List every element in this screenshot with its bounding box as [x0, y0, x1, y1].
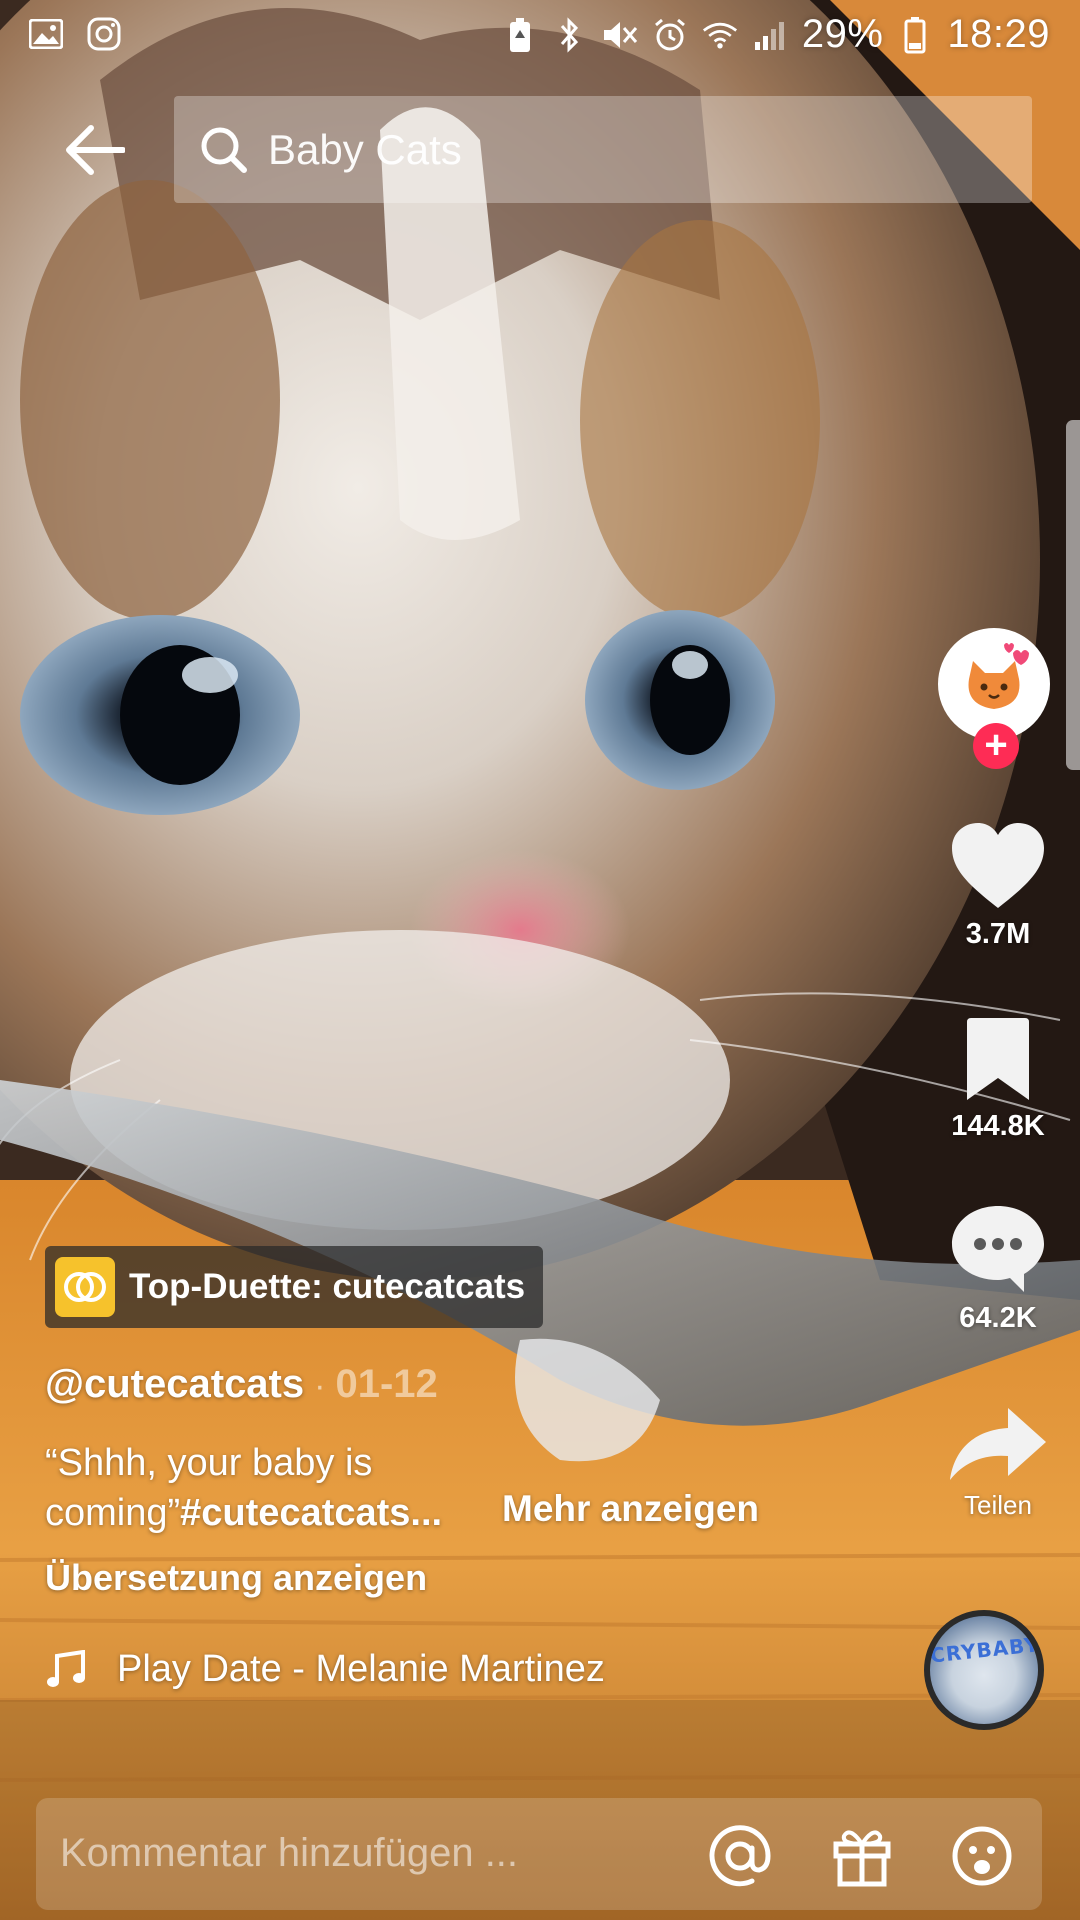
- status-bar: 29% 18:29: [0, 0, 1080, 72]
- arrow-left-icon: [66, 125, 125, 175]
- post-date: 01-12: [335, 1362, 438, 1406]
- share-arrow-icon: [950, 1408, 1046, 1480]
- comment-bar: Kommentar hinzufügen ...: [36, 1798, 1042, 1910]
- search-query[interactable]: Baby Cats: [268, 126, 462, 174]
- like-count: 3.7M: [965, 918, 1031, 950]
- back-button[interactable]: [55, 115, 135, 185]
- music-note-icon: [47, 1649, 85, 1687]
- mention-icon[interactable]: [708, 1824, 772, 1888]
- share-label: Teilen: [964, 1490, 1032, 1520]
- comment-button[interactable]: 64.2K: [930, 1204, 1066, 1335]
- search-bar[interactable]: Baby Cats: [174, 96, 1032, 203]
- comment-input[interactable]: Kommentar hinzufügen ...: [60, 1831, 518, 1876]
- comment-bubble-icon: [952, 1206, 1044, 1292]
- battery-saver-icon: [502, 15, 538, 55]
- save-count: 144.8K: [951, 1110, 1045, 1142]
- comment-count: 64.2K: [959, 1302, 1037, 1334]
- show-translation-link[interactable]: Übersetzung anzeigen: [45, 1557, 427, 1599]
- follow-button[interactable]: +: [973, 723, 1019, 769]
- video-frame[interactable]: [0, 0, 1080, 1920]
- mute-icon: [602, 15, 638, 55]
- music-row[interactable]: Play Date - Melanie Martinez: [45, 1648, 605, 1691]
- show-more-link[interactable]: Mehr anzeigen: [502, 1488, 759, 1530]
- bookmark-icon: [967, 1018, 1029, 1100]
- duet-label: Top-Duette: cutecatcats: [129, 1267, 526, 1306]
- battery-icon: [897, 15, 933, 55]
- video-caption[interactable]: “Shhh, your baby is coming”#cutecatcats.…: [45, 1438, 485, 1538]
- gift-icon[interactable]: [830, 1824, 894, 1888]
- author-date-separator: ·: [314, 1367, 326, 1405]
- music-title: Play Date - Melanie Martinez: [117, 1648, 605, 1690]
- battery-percent: 29%: [801, 12, 884, 56]
- like-button[interactable]: 3.7M: [930, 822, 1066, 951]
- gallery-notification-icon: [28, 14, 64, 54]
- instagram-notification-icon: [86, 14, 122, 54]
- share-button[interactable]: Teilen: [930, 1406, 1066, 1521]
- wifi-icon: [702, 15, 738, 55]
- cat-avatar-icon: [968, 643, 1029, 709]
- save-button[interactable]: 144.8K: [930, 1018, 1066, 1143]
- emoji-icon[interactable]: [950, 1824, 1014, 1888]
- signal-icon: [752, 15, 788, 55]
- music-disc[interactable]: CRYBABY: [924, 1610, 1044, 1730]
- heart-icon: [952, 823, 1044, 908]
- duet-badge[interactable]: Top-Duette: cutecatcats: [45, 1246, 544, 1328]
- alarm-icon: [652, 15, 688, 55]
- author-row: @cutecatcats · 01-12: [45, 1362, 438, 1407]
- caption-hashtag[interactable]: #cutecatcats...: [180, 1492, 442, 1534]
- search-icon: [201, 127, 247, 173]
- duet-icon: [55, 1257, 115, 1317]
- bluetooth-icon: [552, 15, 588, 55]
- author-username[interactable]: @cutecatcats: [45, 1362, 304, 1407]
- album-art-text: CRYBABY: [929, 1632, 1041, 1668]
